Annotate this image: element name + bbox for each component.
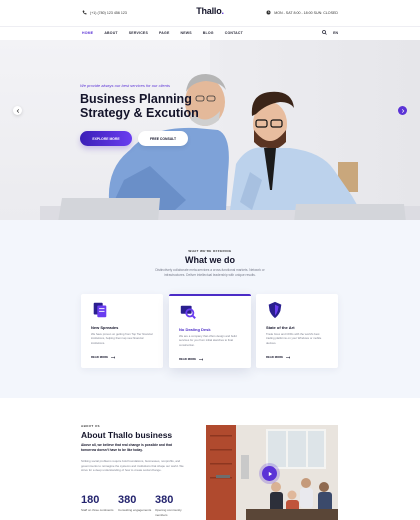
read-more-label: READ MORE [179,357,197,361]
stat-value: 380 [118,494,137,506]
search-icon[interactable] [322,30,327,35]
section-eyebrow: WHAT WE'RE OFFERING [188,249,232,253]
nav-item-contact[interactable]: CONTACT [225,31,243,35]
about-lead: Above all, we believe that real change i… [81,443,172,452]
read-more-link[interactable]: READ MORE [91,355,116,359]
slider-prev-button[interactable] [13,106,22,115]
top-bar: (+1) (780) 123 456 123 Thallo. MON - SAT… [0,0,420,26]
play-icon [268,471,272,476]
stat-label: Staff on three continents [81,508,114,512]
section-subtitle: Distinctively collaborate meta-services … [155,268,265,277]
hero-slider: We provide always our best services for … [0,40,420,220]
hero-title: Business Planning Strategy & Excution [80,92,199,120]
site-logo[interactable]: Thallo. [196,6,224,16]
phone-info[interactable]: (+1) (780) 123 456 123 [82,10,127,15]
card-text: Trade forex and CFDs with the world's be… [266,332,322,345]
main-nav: HOME ABOUT SERVICES PAGE NEWS BLOG CONTA… [0,26,420,40]
stat-item: 380 Consulting engagements [118,494,152,513]
card-title: State of the Art [266,325,295,330]
documents-icon [93,302,107,318]
stat-item: 380 Opening community members [155,494,189,517]
card-text: We have proven on getting from Top Tier … [91,332,153,345]
read-more-link[interactable]: READ MORE [179,357,204,361]
nav-item-about[interactable]: ABOUT [104,31,117,35]
opening-hours: MON - SAT 8:00 - 18:00 SUN: CLOSED [266,10,338,15]
read-more-label: READ MORE [266,355,284,359]
about-body: Striking social problems require bold fo… [81,459,184,473]
hero-tagline: We provide always our best services for … [80,83,170,88]
card-text: We are a company that offers design and … [179,334,237,347]
clock-icon [266,10,271,15]
hours-text: MON - SAT 8:00 - 18:00 SUN: CLOSED [274,10,338,15]
about-section: ABOUT US About Thallo business Above all… [0,398,420,520]
arrow-right-icon [199,357,204,361]
section-title: What we do [185,255,235,265]
explore-more-button[interactable]: EXPLORE MORE [80,131,132,146]
shield-icon [268,301,282,319]
stat-value: 180 [81,494,100,506]
nav-item-news[interactable]: NEWS [180,31,191,35]
nav-item-services[interactable]: SERVICES [129,31,148,35]
arrow-right-icon [286,355,291,359]
service-card[interactable]: No Dealing Desk We are a company that of… [169,294,251,368]
service-card[interactable]: New Spreades We have proven on getting f… [81,294,163,368]
free-consult-button[interactable]: FREE CONSULT [138,131,188,146]
read-more-link[interactable]: READ MORE [266,355,291,359]
slider-next-button[interactable] [398,106,407,115]
card-title: New Spreades [91,325,119,330]
read-more-label: READ MORE [91,355,109,359]
card-title: No Dealing Desk [179,327,211,332]
about-title: About Thallo business [81,430,173,440]
stat-item: 180 Staff on three continents [81,494,115,513]
arrow-right-icon [111,355,116,359]
chevron-left-icon [16,108,19,113]
logo-text: Thallo [196,6,222,16]
language-selector[interactable]: EN [333,31,338,35]
logo-dot: . [221,6,225,16]
stat-label: Opening community members [155,508,182,517]
hero-image [40,74,420,220]
service-card[interactable]: State of the Art Trade forex and CFDs wi… [256,294,338,368]
phone-number: (+1) (780) 123 456 123 [90,10,127,15]
stat-label: Consulting engagements [118,508,152,512]
nav-tools: EN [322,30,338,35]
what-we-do-section: WHAT WE'RE OFFERING What we do Distincti… [0,220,420,398]
chevron-right-icon [401,108,404,113]
magnifier-icon [180,305,196,320]
phone-icon [82,10,87,15]
play-video-button[interactable] [262,466,277,481]
stat-value: 380 [155,494,174,506]
about-eyebrow: ABOUT US [81,424,100,428]
nav-menu: HOME ABOUT SERVICES PAGE NEWS BLOG CONTA… [82,31,243,35]
nav-item-page[interactable]: PAGE [159,31,169,35]
nav-item-blog[interactable]: BLOG [203,31,214,35]
nav-item-home[interactable]: HOME [82,31,93,35]
